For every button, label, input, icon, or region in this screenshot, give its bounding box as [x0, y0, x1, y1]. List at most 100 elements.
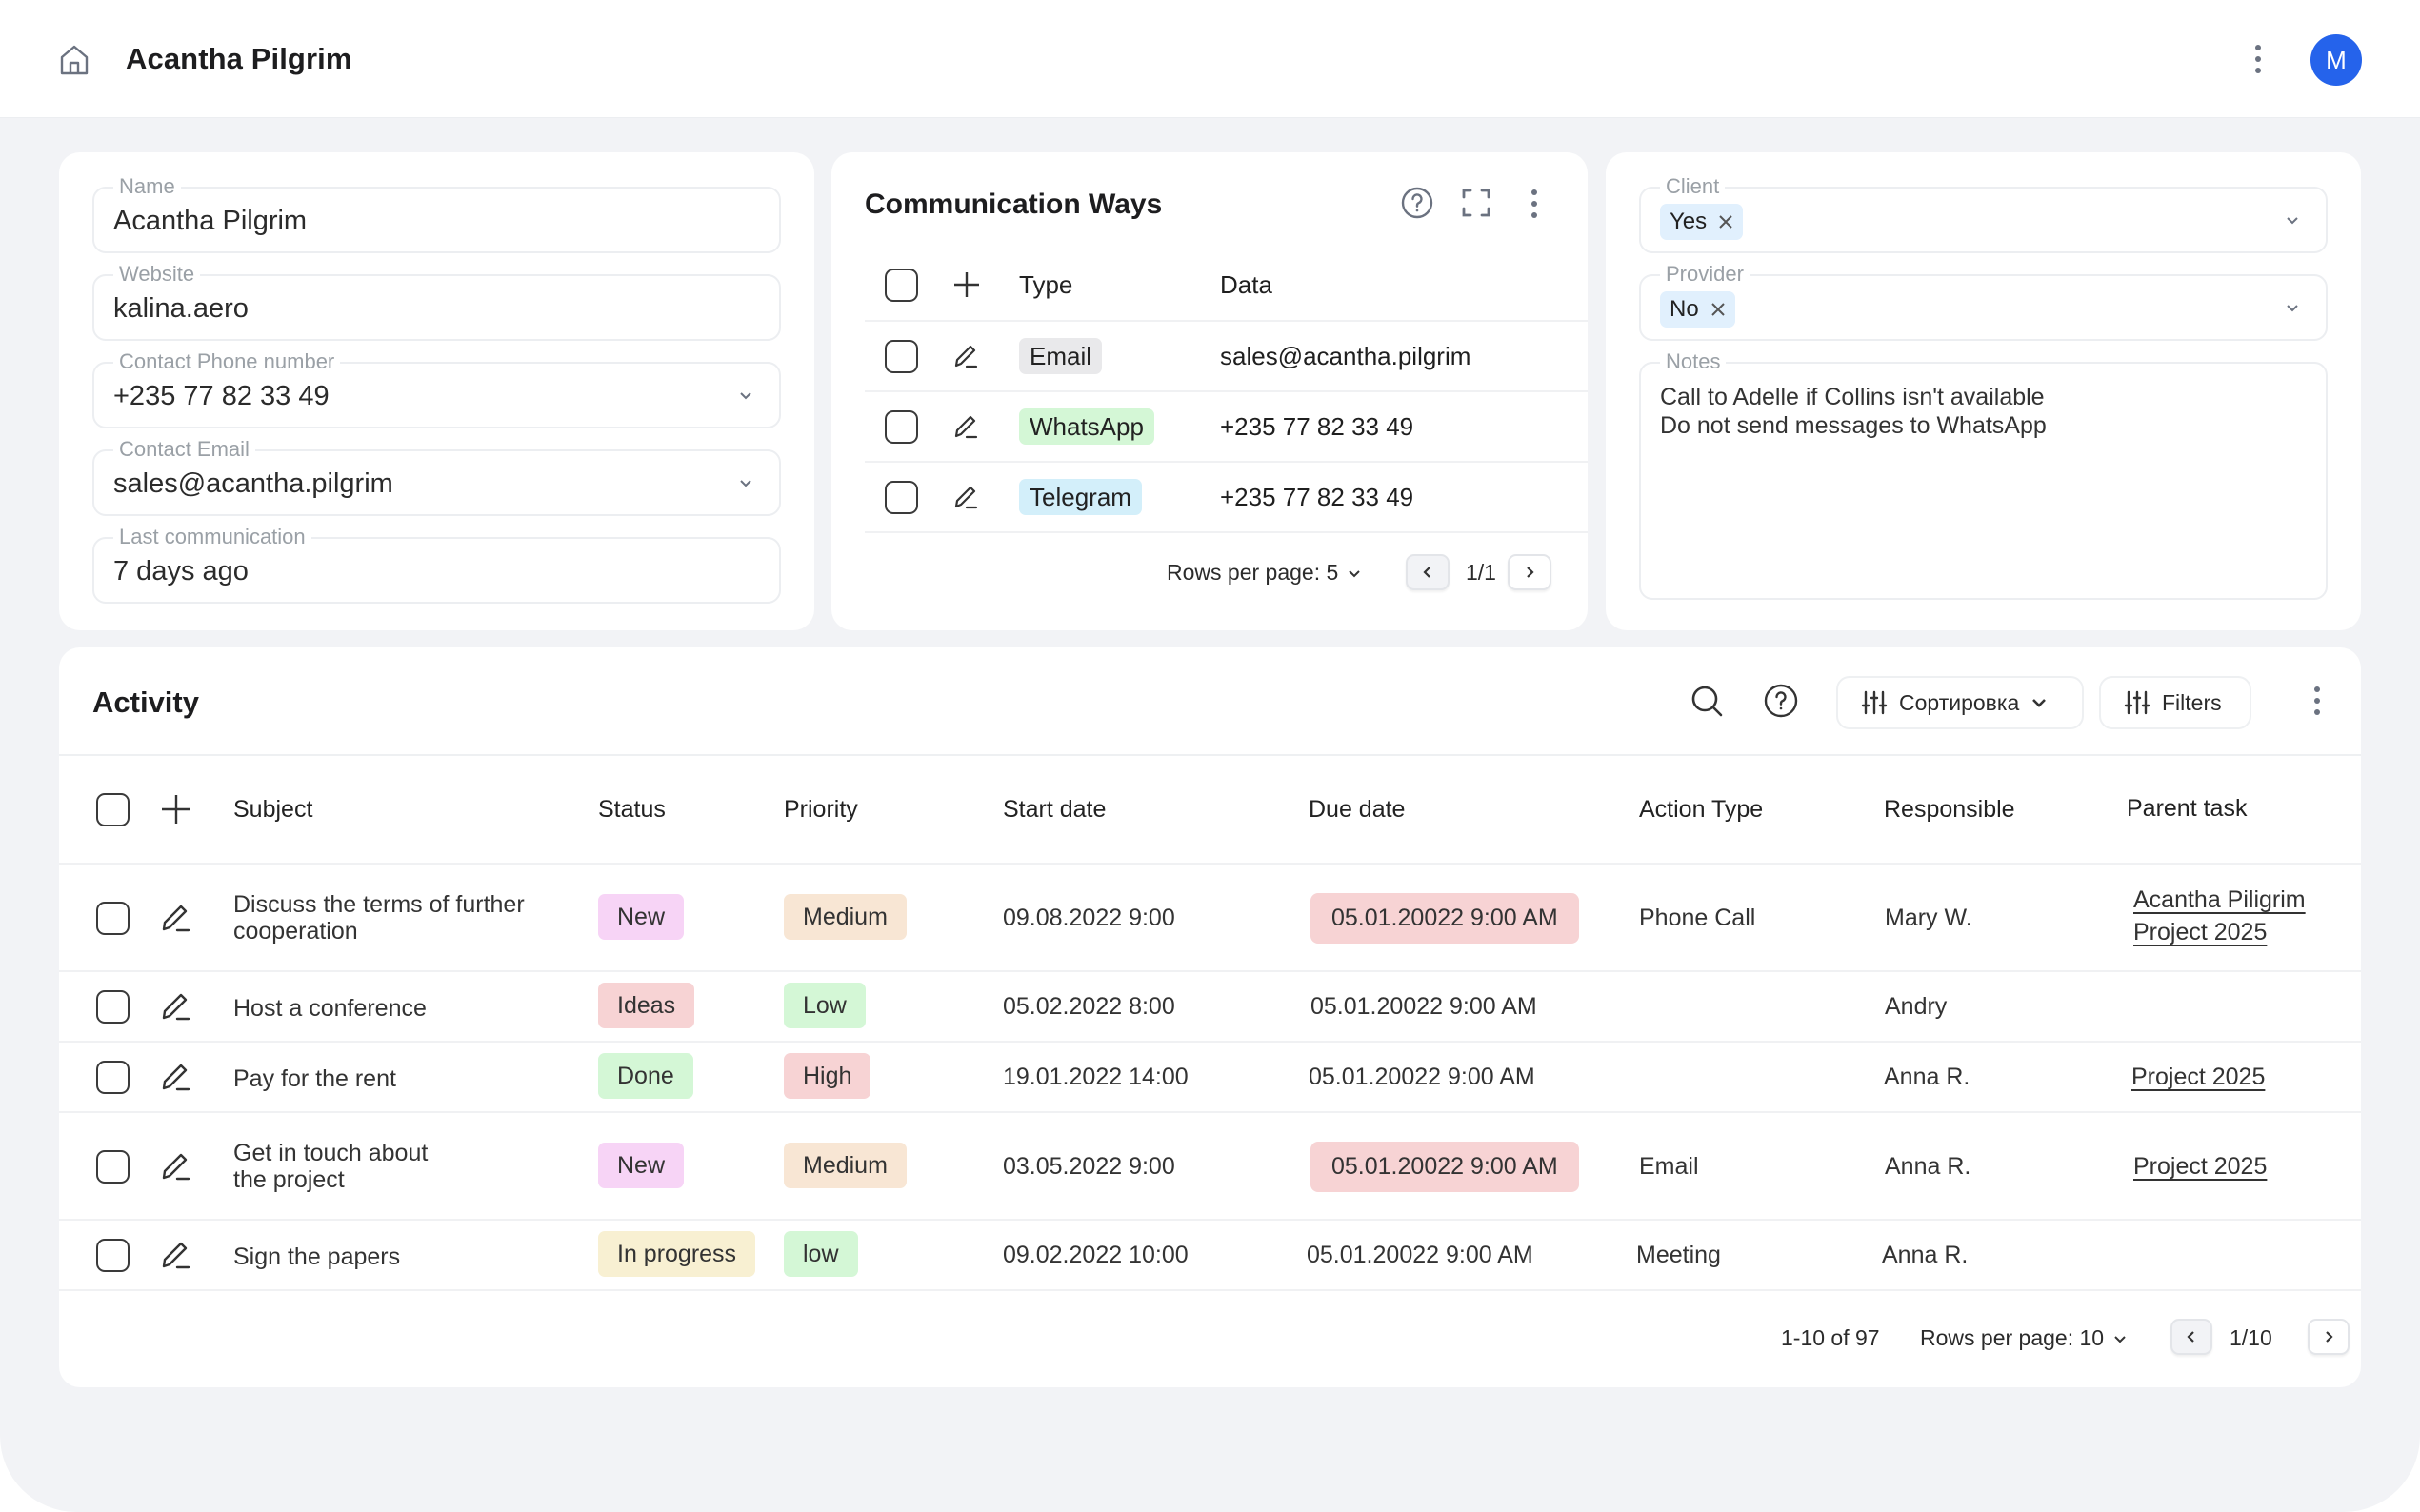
pencil-icon[interactable]	[160, 1150, 192, 1183]
last-communication-field[interactable]: Last communication 7 days ago	[92, 526, 781, 604]
table-row: Email sales@acantha.pilgrim	[865, 322, 1588, 392]
app-header: Acantha Pilgrim M	[0, 0, 2420, 118]
column-header-status[interactable]: Status	[598, 796, 666, 824]
parent-task-link[interactable]: Project 2025	[2131, 1064, 2265, 1090]
next-page-button[interactable]	[1508, 554, 1551, 590]
more-options-button[interactable]	[2246, 38, 2270, 80]
page-indicator: 1/10	[2230, 1325, 2272, 1350]
row-checkbox[interactable]	[885, 339, 918, 373]
column-header-subject[interactable]: Subject	[233, 796, 576, 823]
pencil-icon[interactable]	[160, 1061, 192, 1093]
column-header-due-date[interactable]: Due date	[1309, 796, 1405, 824]
due-date-cell: 05.01.20022 9:00 AM	[1307, 1242, 1533, 1268]
selected-tag: No	[1660, 291, 1735, 328]
chevron-down-icon[interactable]	[2286, 213, 2299, 227]
notes-text: Call to Adelle if Collins isn't availabl…	[1660, 384, 2047, 439]
rows-per-page-select[interactable]: Rows per page: 5	[1167, 560, 1361, 586]
row-checkbox[interactable]	[96, 902, 130, 935]
action-type-cell: Meeting	[1636, 1242, 1721, 1268]
pencil-icon[interactable]	[952, 483, 981, 511]
responsible-cell: Anna R.	[1884, 1064, 1970, 1090]
field-label: Contact Email	[113, 438, 255, 461]
fullscreen-icon[interactable]	[1461, 188, 1491, 218]
tag-label: Yes	[1670, 209, 1708, 234]
column-header-data[interactable]: Data	[1220, 270, 1272, 300]
start-date-cell: 03.05.2022 9:00	[1003, 1153, 1175, 1180]
select-all-checkbox[interactable]	[885, 268, 918, 302]
pencil-icon[interactable]	[160, 902, 192, 934]
page-title: Acantha Pilgrim	[126, 42, 352, 75]
start-date-cell: 19.01.2022 14:00	[1003, 1064, 1189, 1090]
prev-page-button[interactable]	[1406, 554, 1450, 590]
chevron-down-icon	[1349, 569, 1360, 577]
home-icon[interactable]	[59, 44, 90, 76]
chevron-down-icon[interactable]	[2286, 301, 2299, 314]
sort-button[interactable]: Сортировка	[1836, 676, 2084, 729]
column-header-type[interactable]: Type	[1019, 270, 1072, 300]
responsible-cell: Anna R.	[1885, 1153, 1971, 1180]
table-header-row: Subject Status Priority Start date Due d…	[59, 756, 2361, 865]
row-checkbox[interactable]	[885, 409, 918, 444]
row-checkbox[interactable]	[96, 1150, 130, 1184]
help-icon[interactable]	[1763, 683, 1799, 719]
close-icon[interactable]	[1718, 214, 1733, 229]
subject-cell: Pay for the rent	[233, 1065, 396, 1092]
table-row[interactable]: Get in touch about the project New Mediu…	[59, 1113, 2361, 1221]
action-type-cell: Email	[1639, 1153, 1699, 1180]
column-header-start-date[interactable]: Start date	[1003, 796, 1106, 824]
prev-page-button[interactable]	[2170, 1319, 2212, 1355]
parent-task-link[interactable]: Acantha Piligrim Project 2025	[2133, 886, 2306, 945]
details-card: Name Acantha Pilgrim Website kalina.aero…	[59, 152, 814, 630]
activity-card: Activity Сортировка Filters Subject Stat…	[59, 647, 2361, 1387]
search-icon[interactable]	[1690, 684, 1724, 718]
responsible-cell: Anna R.	[1882, 1242, 1969, 1268]
priority-badge: Low	[784, 983, 866, 1028]
column-header-parent-task[interactable]: Parent task	[2127, 792, 2247, 825]
table-row[interactable]: Discuss the terms of further cooperation…	[59, 865, 2361, 972]
help-icon[interactable]	[1400, 186, 1434, 220]
activity-menu-button[interactable]	[2308, 682, 2327, 720]
website-field[interactable]: Website kalina.aero	[92, 263, 781, 341]
priority-badge: Medium	[784, 1143, 907, 1188]
table-row[interactable]: Pay for the rent Done High 19.01.2022 14…	[59, 1043, 2361, 1113]
rows-per-page-select[interactable]: Rows per page: 10	[1920, 1325, 2127, 1351]
card-menu-button[interactable]	[1525, 185, 1544, 223]
action-type-cell: Phone Call	[1639, 905, 1756, 931]
table-row[interactable]: Sign the papers In progress low 09.02.20…	[59, 1221, 2361, 1291]
client-select[interactable]: Client Yes	[1639, 175, 2328, 253]
pencil-icon[interactable]	[160, 990, 192, 1023]
close-icon[interactable]	[1710, 302, 1726, 317]
subject-cell: Sign the papers	[233, 1243, 401, 1270]
start-date-cell: 05.02.2022 8:00	[1003, 993, 1175, 1020]
add-icon[interactable]	[160, 793, 192, 826]
chevron-down-icon[interactable]	[739, 476, 752, 489]
row-checkbox[interactable]	[96, 1239, 130, 1272]
filters-button[interactable]: Filters	[2099, 676, 2251, 729]
chevron-left-icon	[1423, 567, 1430, 578]
column-header-responsible[interactable]: Responsible	[1884, 796, 2015, 824]
pencil-icon[interactable]	[952, 412, 981, 441]
notes-textarea[interactable]: Notes Call to Adelle if Collins isn't av…	[1639, 350, 2328, 600]
add-icon[interactable]	[952, 270, 981, 299]
avatar[interactable]: M	[2310, 34, 2362, 86]
pencil-icon[interactable]	[160, 1239, 192, 1271]
column-header-priority[interactable]: Priority	[784, 796, 858, 824]
row-checkbox[interactable]	[885, 480, 918, 514]
subject-cell: Get in touch about the project	[233, 1140, 429, 1193]
phone-select[interactable]: Contact Phone number +235 77 82 33 49	[92, 350, 781, 428]
select-all-checkbox[interactable]	[96, 793, 130, 826]
row-checkbox[interactable]	[96, 990, 130, 1024]
row-checkbox[interactable]	[96, 1061, 130, 1094]
name-field[interactable]: Name Acantha Pilgrim	[92, 175, 781, 253]
chevron-down-icon[interactable]	[739, 388, 752, 402]
column-header-action-type[interactable]: Action Type	[1639, 796, 1763, 824]
provider-select[interactable]: Provider No	[1639, 263, 2328, 341]
parent-task-link[interactable]: Project 2025	[2133, 1153, 2267, 1180]
subject-cell: Discuss the terms of further cooperation	[233, 891, 525, 945]
email-select[interactable]: Contact Email sales@acantha.pilgrim	[92, 438, 781, 516]
pencil-icon[interactable]	[952, 342, 981, 370]
next-page-button[interactable]	[2308, 1319, 2350, 1355]
table-row[interactable]: Host a conference Ideas Low 05.02.2022 8…	[59, 972, 2361, 1043]
comm-data: sales@acantha.pilgrim	[1220, 341, 1471, 370]
kebab-vertical-icon	[1531, 189, 1537, 195]
